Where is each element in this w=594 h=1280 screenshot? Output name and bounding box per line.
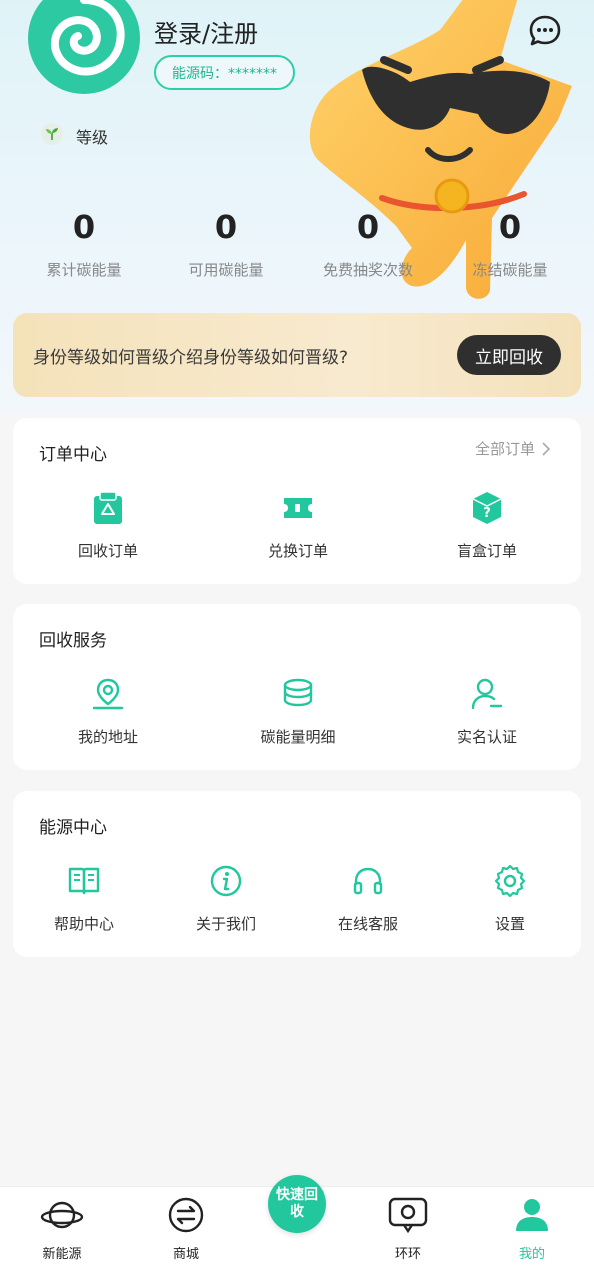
real-name-auth-item[interactable]: 实名认证: [393, 676, 581, 747]
banner-text: 身份等级如何晋级介绍身份等级如何晋级?: [33, 347, 349, 368]
item-label: 碳能量明细: [260, 728, 336, 746]
quick-recycle-button[interactable]: 快速回收: [268, 1175, 326, 1233]
exchange-icon: [168, 1197, 204, 1233]
settings-item[interactable]: 设置: [439, 863, 581, 934]
item-label: 设置: [494, 915, 525, 933]
bottom-tab-bar: 新能源 商城 快速回收 环环 我的: [0, 1175, 594, 1280]
tab-label: 环环: [394, 1247, 421, 1262]
headset-icon: [353, 867, 383, 895]
energy-code-badge: 能源码：*******: [154, 55, 295, 90]
stat-label: 累计碳能量: [46, 261, 122, 279]
all-orders-label: 全部订单: [474, 440, 535, 458]
recycle-service-card: 回收服务 我的地址 碳能量明细 实名认证: [13, 604, 581, 770]
svg-text:?: ?: [483, 506, 491, 521]
online-service-item[interactable]: 在线客服: [297, 863, 439, 934]
sprout-level-icon: [41, 123, 63, 145]
tab-label: 商城: [172, 1247, 199, 1262]
order-center-title: 订单中心: [39, 445, 107, 465]
chevron-right-icon: [542, 441, 551, 456]
help-center-item[interactable]: 帮助中心: [13, 863, 155, 934]
stat-available-energy[interactable]: 0 可用碳能量: [155, 205, 297, 280]
stat-frozen-energy[interactable]: 0 冻结碳能量: [439, 205, 581, 280]
blind-box-orders-item[interactable]: ? 盲盒订单: [393, 490, 581, 561]
tab-mine[interactable]: 我的: [487, 1197, 577, 1262]
recycle-items: 我的地址 碳能量明细 实名认证: [13, 676, 581, 747]
recycle-now-button[interactable]: 立即回收: [457, 335, 561, 375]
user-verify-icon: [471, 678, 503, 710]
item-label: 关于我们: [195, 915, 256, 933]
item-label: 回收订单: [77, 542, 138, 560]
stat-label: 冻结碳能量: [472, 261, 548, 279]
ticket-icon: [284, 498, 312, 518]
about-us-item[interactable]: 关于我们: [155, 863, 297, 934]
energy-center-title: 能源中心: [39, 818, 107, 838]
my-address-item[interactable]: 我的地址: [13, 676, 203, 747]
item-label: 兑换订单: [267, 542, 328, 560]
info-icon: [210, 865, 242, 897]
exchange-orders-item[interactable]: 兑换订单: [203, 490, 393, 561]
login-register-link[interactable]: 登录/注册: [154, 14, 258, 49]
tab-huanhuan[interactable]: 环环: [363, 1197, 453, 1262]
book-icon: [68, 867, 100, 895]
swirl-logo-icon: [32, 0, 136, 90]
avatar[interactable]: [28, 0, 140, 94]
item-label: 实名认证: [456, 728, 517, 746]
energy-center-card: 能源中心 帮助中心 关于我们 在线客服 设置: [13, 791, 581, 957]
stat-total-energy[interactable]: 0 累计碳能量: [13, 205, 155, 280]
recycle-service-title: 回收服务: [39, 631, 107, 651]
item-label: 盲盒订单: [456, 542, 517, 560]
tab-label: 我的: [518, 1247, 545, 1262]
planet-icon: [40, 1201, 84, 1229]
level-upgrade-banner[interactable]: 身份等级如何晋级介绍身份等级如何晋级? 立即回收: [13, 313, 581, 397]
chat-bubble-icon: [388, 1197, 428, 1234]
stat-label: 可用碳能量: [188, 261, 264, 279]
stat-label: 免费抽奖次数: [322, 261, 413, 279]
energy-stats: 0 累计碳能量 0 可用碳能量 0 免费抽奖次数 0 冻结碳能量: [0, 205, 594, 280]
tab-mall[interactable]: 商城: [141, 1197, 231, 1262]
item-label: 我的地址: [77, 728, 138, 746]
stat-value: 0: [498, 208, 522, 246]
tab-new-energy[interactable]: 新能源: [17, 1197, 107, 1262]
recycle-bin-icon: [94, 491, 122, 524]
tab-label: 新能源: [42, 1247, 82, 1262]
gear-icon: [494, 864, 526, 898]
mystery-box-icon: ?: [472, 492, 502, 524]
stat-value: 0: [72, 208, 96, 246]
energy-items: 帮助中心 关于我们 在线客服 设置: [13, 863, 581, 934]
carbon-energy-detail-item[interactable]: 碳能量明细: [203, 676, 393, 747]
recycle-orders-item[interactable]: 回收订单: [13, 490, 203, 561]
all-orders-link[interactable]: 全部订单: [475, 438, 551, 459]
stat-value: 0: [214, 208, 238, 246]
item-label: 在线客服: [337, 915, 398, 933]
level-label[interactable]: 等级: [76, 124, 108, 148]
location-pin-icon: [92, 678, 124, 710]
stat-value: 0: [356, 208, 380, 246]
coin-stack-icon: [283, 678, 313, 707]
user-icon: [516, 1199, 548, 1231]
stat-free-draws[interactable]: 0 免费抽奖次数: [297, 205, 439, 280]
item-label: 帮助中心: [53, 915, 114, 933]
order-items: 回收订单 兑换订单 ? 盲盒订单: [13, 490, 581, 561]
order-center-card: 订单中心 全部订单 回收订单 兑换订单 ? 盲盒订单: [13, 418, 581, 584]
